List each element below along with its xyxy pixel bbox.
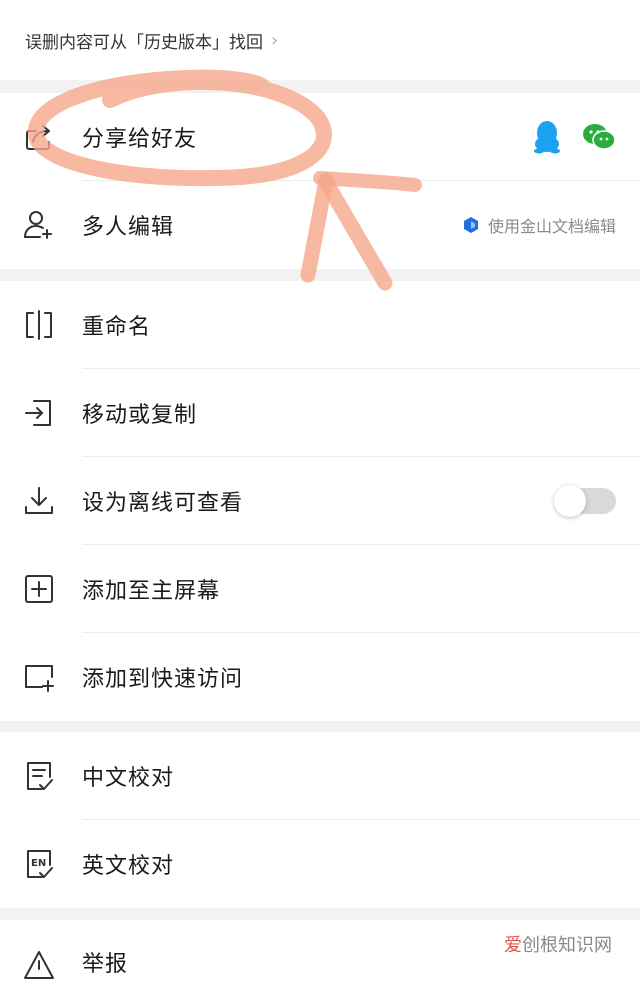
rename-icon (26, 310, 52, 340)
offline-row[interactable]: 设为离线可查看 (0, 457, 640, 545)
en-proof-icon: EN (27, 850, 53, 878)
en-proof-icon-text: EN (31, 858, 46, 869)
offline-toggle[interactable] (554, 485, 616, 517)
kingsoft-docs-icon (463, 217, 478, 233)
multi-edit-label: 多人编辑 (82, 215, 175, 240)
kingsoft-edit-hint[interactable]: 使用金山文档编辑 (462, 213, 616, 237)
add-user-icon (24, 211, 52, 239)
kingsoft-edit-hint-text: 使用金山文档编辑 (487, 217, 616, 236)
warning-icon (24, 951, 54, 979)
move-icon (25, 400, 51, 426)
en-proofread-row[interactable]: EN 英文校对 (0, 820, 640, 908)
zh-proofread-row[interactable]: 中文校对 (0, 732, 640, 820)
add-to-homescreen-label: 添加至主屏幕 (82, 579, 221, 604)
toggle-knob (554, 485, 586, 517)
offline-label: 设为离线可查看 (82, 491, 244, 516)
section-gap (0, 721, 640, 732)
qq-icon[interactable] (532, 120, 562, 154)
history-banner[interactable]: 误删内容可从「历史版本」找回 › (0, 0, 640, 80)
site-watermark: 爱创根知识网 (500, 931, 616, 957)
share-label: 分享给好友 (82, 127, 198, 152)
add-box-icon (25, 575, 53, 603)
history-banner-text: 误删内容可从「历史版本」找回 (25, 32, 263, 53)
quick-access-row[interactable]: 添加到快速访问 (0, 633, 640, 721)
report-label: 举报 (82, 952, 129, 977)
en-proofread-label: 英文校对 (82, 854, 175, 879)
add-to-homescreen-row[interactable]: 添加至主屏幕 (0, 545, 640, 633)
move-copy-row[interactable]: 移动或复制 (0, 369, 640, 457)
quick-access-label: 添加到快速访问 (82, 667, 244, 692)
section-gap (0, 269, 640, 281)
chevron-right-icon: › (271, 29, 279, 51)
zh-proofread-label: 中文校对 (82, 766, 175, 791)
download-icon (25, 487, 53, 514)
section-gap (0, 80, 640, 93)
quick-access-icon (25, 665, 54, 692)
rename-label: 重命名 (82, 315, 152, 340)
section-gap (0, 908, 640, 920)
rename-row[interactable]: 重命名 (0, 281, 640, 369)
wechat-icon[interactable] (582, 122, 616, 152)
share-to-friend-row[interactable]: 分享给好友 (0, 93, 640, 181)
zh-proof-icon (27, 762, 53, 790)
multi-edit-row[interactable]: 多人编辑 使用金山文档编辑 (0, 181, 640, 269)
share-icon (26, 125, 50, 150)
move-copy-label: 移动或复制 (82, 403, 198, 428)
